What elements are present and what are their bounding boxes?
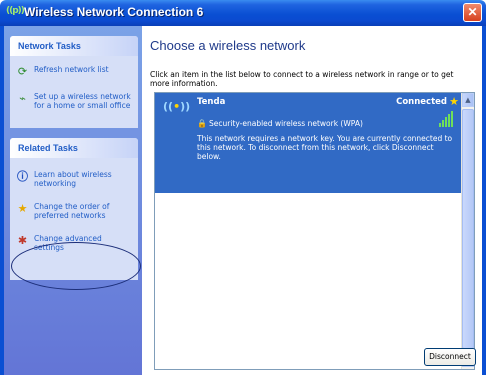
settings-icon: ✱ [17, 234, 28, 247]
network-tasks-group: Network Tasks ⟳ Refresh network list ⌁ S… [10, 36, 138, 128]
network-description: This network requires a network key. You… [197, 134, 453, 161]
main-content: Choose a wireless network Click an item … [142, 26, 482, 375]
task-pane: Network Tasks ⟳ Refresh network list ⌁ S… [4, 26, 142, 375]
refresh-network-list-task[interactable]: ⟳ Refresh network list [16, 65, 132, 78]
title-bar[interactable]: ((p)) Wireless Network Connection 6 ✕ [0, 0, 486, 26]
close-icon: ✕ [467, 5, 478, 19]
learn-wireless-task[interactable]: ⓘ Learn about wireless networking [16, 170, 132, 188]
task-label: Learn about wireless networking [34, 170, 112, 188]
network-item-tenda[interactable]: ((•)) Tenda Connected ★ 🔒 Security-enabl… [155, 93, 463, 193]
scroll-up-button[interactable]: ▲ [462, 93, 474, 107]
network-name: Tenda [197, 97, 226, 107]
setup-wireless-icon: ⌁ [19, 92, 26, 105]
wireless-title-icon: ((p)) [6, 6, 25, 16]
highlight-ellipse [11, 242, 141, 290]
task-label: Set up a wireless network for a home or … [34, 92, 131, 110]
network-security: Security-enabled wireless network (WPA) [209, 119, 363, 128]
change-network-order-task[interactable]: ★ Change the order of preferred networks [16, 202, 132, 220]
window-frame-right [482, 26, 486, 375]
connected-star-icon: ★ [449, 95, 459, 108]
network-tasks-header: Network Tasks [10, 36, 138, 56]
page-title: Choose a wireless network [150, 38, 306, 53]
refresh-icon: ⟳ [17, 65, 28, 78]
intro-text: Click an item in the list below to conne… [150, 70, 454, 88]
task-label: Refresh network list [34, 65, 109, 74]
disconnect-button[interactable]: Disconnect [424, 348, 476, 366]
info-icon: ⓘ [17, 170, 28, 183]
vertical-scrollbar[interactable]: ▲ ▼ [461, 93, 474, 369]
lock-icon: 🔒 [197, 119, 207, 128]
close-button[interactable]: ✕ [463, 3, 482, 22]
setup-wireless-network-task[interactable]: ⌁ Set up a wireless network for a home o… [16, 92, 132, 110]
signal-strength-bars [439, 109, 453, 127]
connection-status: Connected [396, 97, 447, 107]
task-label: Change the order of preferred networks [34, 202, 110, 220]
wireless-network-list[interactable]: ((•)) Tenda Connected ★ 🔒 Security-enabl… [154, 92, 475, 370]
scroll-thumb[interactable] [462, 109, 474, 349]
window-title: Wireless Network Connection 6 [24, 5, 204, 19]
related-tasks-header: Related Tasks [10, 138, 138, 158]
star-icon: ★ [17, 202, 28, 215]
wireless-signal-icon: ((•)) [163, 100, 191, 113]
